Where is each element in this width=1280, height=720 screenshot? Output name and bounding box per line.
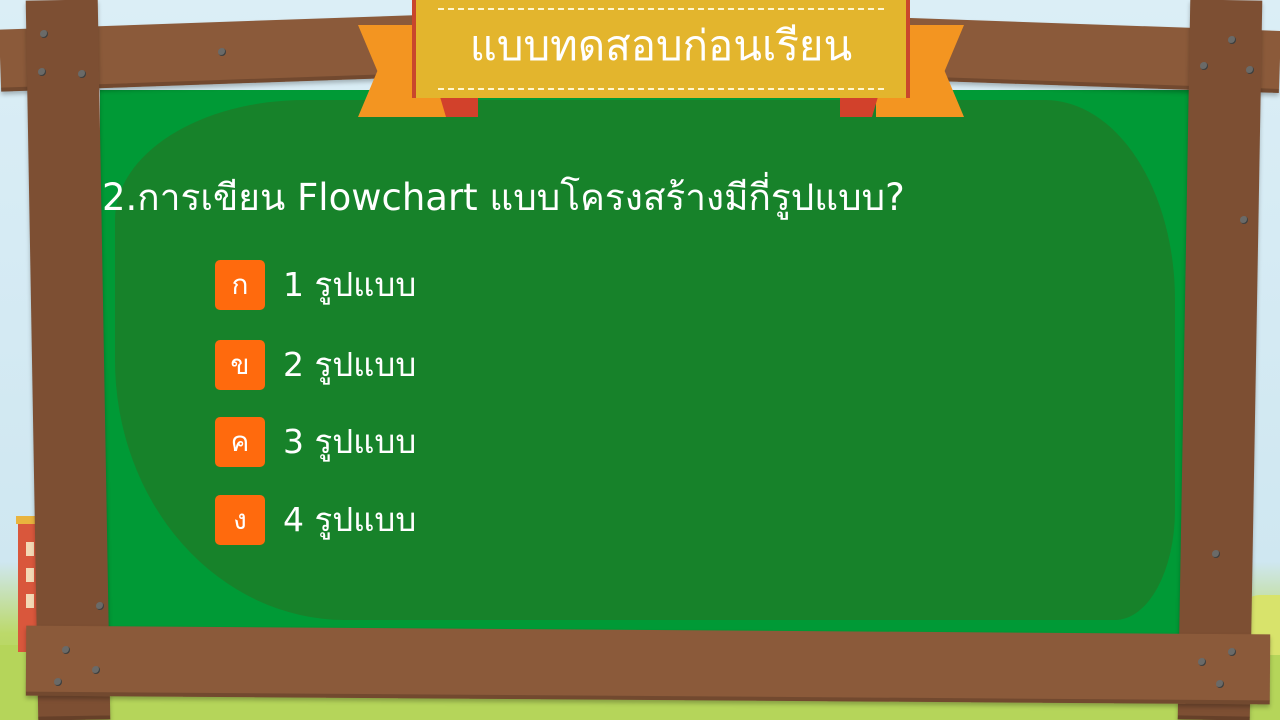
frame-bottom-plank bbox=[25, 625, 1271, 705]
nail bbox=[1198, 658, 1206, 666]
option-b[interactable]: ข 2 รูปแบบ bbox=[215, 339, 416, 391]
nail bbox=[62, 646, 70, 654]
nail bbox=[92, 666, 100, 674]
option-d-letter[interactable]: ง bbox=[215, 495, 265, 545]
title-banner: แบบทดสอบก่อนเรียน bbox=[412, 0, 910, 98]
option-a-text[interactable]: 1 รูปแบบ bbox=[283, 260, 416, 310]
nail bbox=[38, 68, 46, 76]
slide-canvas: แบบทดสอบก่อนเรียน 2.การเขียน Flowchart แ… bbox=[0, 0, 1280, 720]
nail bbox=[1228, 36, 1236, 44]
nail bbox=[78, 70, 86, 78]
building-window bbox=[26, 594, 34, 608]
building-window bbox=[26, 568, 34, 582]
nail bbox=[54, 678, 62, 686]
option-c-text[interactable]: 3 รูปแบบ bbox=[283, 417, 416, 467]
nail bbox=[1200, 62, 1208, 70]
option-b-text[interactable]: 2 รูปแบบ bbox=[283, 340, 416, 390]
nail bbox=[40, 30, 48, 38]
nail bbox=[218, 48, 226, 56]
nail bbox=[96, 602, 104, 610]
slide-title: แบบทดสอบก่อนเรียน bbox=[469, 21, 853, 70]
nail bbox=[1228, 648, 1236, 656]
option-c[interactable]: ค 3 รูปแบบ bbox=[215, 416, 416, 468]
nail bbox=[1216, 680, 1224, 688]
option-c-letter[interactable]: ค bbox=[215, 417, 265, 467]
option-a-letter[interactable]: ก bbox=[215, 260, 265, 310]
frame-right-post bbox=[1177, 0, 1263, 720]
option-b-letter[interactable]: ข bbox=[215, 340, 265, 390]
option-d[interactable]: ง 4 รูปแบบ bbox=[215, 494, 416, 546]
question-text: 2.การเขียน Flowchart แบบโครงสร้างมีกี่รู… bbox=[102, 176, 905, 219]
option-d-text[interactable]: 4 รูปแบบ bbox=[283, 495, 416, 545]
option-a[interactable]: ก 1 รูปแบบ bbox=[215, 259, 416, 311]
nail bbox=[1246, 66, 1254, 74]
frame-left-post bbox=[25, 0, 111, 720]
nail bbox=[1240, 216, 1248, 224]
nail bbox=[1212, 550, 1220, 558]
building-window bbox=[26, 542, 34, 556]
